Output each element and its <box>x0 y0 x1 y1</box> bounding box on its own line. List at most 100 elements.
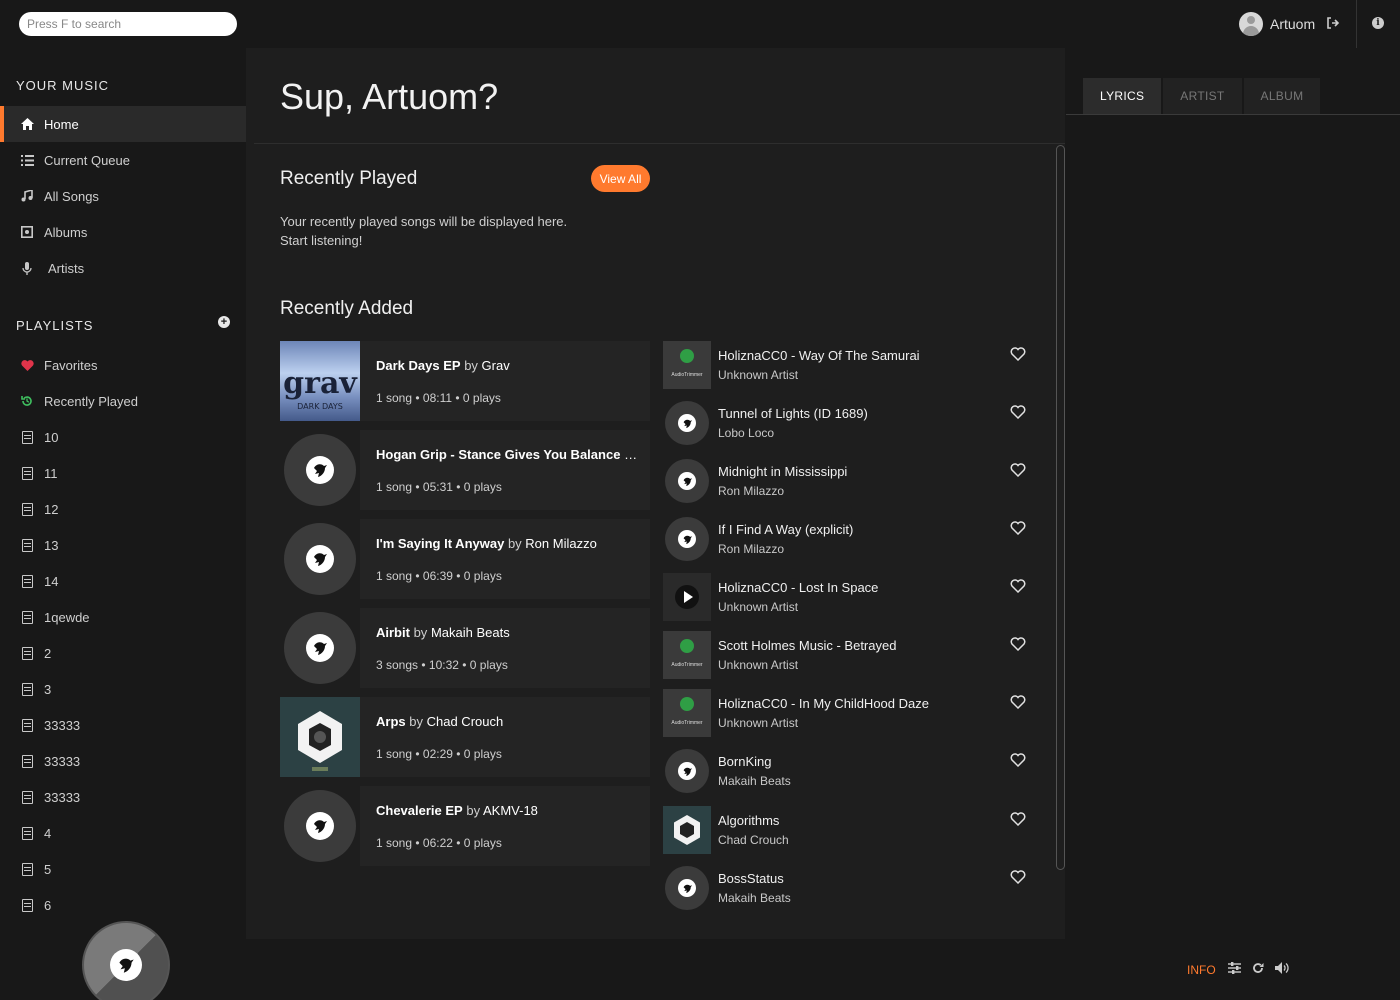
search-input[interactable] <box>19 12 237 36</box>
view-all-button[interactable]: View All <box>591 165 650 192</box>
album-artist[interactable]: Grav <box>482 358 510 373</box>
album-title[interactable]: Chevalerie EP by AKMV-18 <box>376 803 638 818</box>
volume-icon[interactable] <box>1275 962 1289 976</box>
info-icon[interactable]: i <box>1372 17 1384 29</box>
sidebar-item-playlist[interactable]: 3 <box>0 671 246 707</box>
repeat-icon[interactable] <box>1251 962 1265 976</box>
album-card[interactable]: grav DARK DAYS Dark Days EP by Grav 1 son… <box>280 341 650 421</box>
disc-placeholder-icon <box>284 434 356 506</box>
album-card[interactable]: Airbit by Makaih Beats 3 songs • 10:32 •… <box>280 608 650 688</box>
sidebar-item-current-queue[interactable]: Current Queue <box>0 142 246 178</box>
main-scrollbar[interactable] <box>1056 145 1065 870</box>
username[interactable]: Artuom <box>1270 16 1315 32</box>
song-row[interactable]: BossStatus Makaih Beats <box>663 864 1033 912</box>
play-icon[interactable] <box>663 573 711 621</box>
sidebar-item-playlist[interactable]: 2 <box>0 635 246 671</box>
heart-icon[interactable] <box>1010 637 1026 651</box>
album-title[interactable]: Airbit by Makaih Beats <box>376 625 638 640</box>
album-by: by <box>413 625 428 640</box>
album-card[interactable]: Arps by Chad Crouch 1 song • 02:29 • 0 p… <box>280 697 650 777</box>
album-name: Arps <box>376 714 406 729</box>
song-artist[interactable]: Unknown Artist <box>718 716 798 730</box>
song-artist[interactable]: Unknown Artist <box>718 658 798 672</box>
playlist-file-icon <box>20 502 34 516</box>
sidebar-item-playlist[interactable]: 12 <box>0 491 246 527</box>
info-toggle-button[interactable]: INFO <box>1187 963 1216 977</box>
sidebar-item-albums[interactable]: Albums <box>0 214 246 250</box>
song-row[interactable]: Midnight in Mississippi Ron Milazzo <box>663 457 1033 505</box>
song-title: Algorithms <box>718 813 780 828</box>
sidebar-item-playlist[interactable]: 4 <box>0 815 246 851</box>
album-artist[interactable]: Chad Crouch <box>427 714 504 729</box>
song-row[interactable]: HoliznaCC0 - Lost In Space Unknown Artis… <box>663 573 1033 621</box>
song-title: Midnight in Mississippi <box>718 464 848 479</box>
song-artist[interactable]: Makaih Beats <box>718 891 791 905</box>
song-row[interactable]: Algorithms Chad Crouch <box>663 806 1033 854</box>
song-artist[interactable]: Unknown Artist <box>718 368 798 382</box>
avatar[interactable] <box>1239 12 1263 36</box>
equalizer-icon[interactable] <box>1227 962 1241 976</box>
album-title[interactable]: Dark Days EP by Grav <box>376 358 638 373</box>
sidebar-item-label: 33333 <box>44 789 81 805</box>
song-row[interactable]: AudioTrimmer Scott Holmes Music - Betray… <box>663 631 1033 679</box>
divider <box>246 938 1065 939</box>
song-artist[interactable]: Ron Milazzo <box>718 484 784 498</box>
album-title[interactable]: Hogan Grip - Stance Gives You Balance by… <box>376 447 638 462</box>
sidebar-item-playlist[interactable]: 33333 <box>0 779 246 815</box>
album-artist[interactable]: Ron Milazzo <box>525 536 597 551</box>
sidebar-item-playlist[interactable]: 11 <box>0 455 246 491</box>
album-card[interactable]: Hogan Grip - Stance Gives You Balance by… <box>280 430 650 510</box>
user-menu[interactable]: Artuom <box>1239 12 1315 36</box>
add-playlist-icon[interactable]: + <box>218 316 230 328</box>
song-row[interactable]: AudioTrimmer HoliznaCC0 - In My ChildHoo… <box>663 689 1033 737</box>
sidebar-item-playlist[interactable]: 13 <box>0 527 246 563</box>
logout-icon[interactable] <box>1326 16 1340 30</box>
heart-icon[interactable] <box>1010 812 1026 826</box>
tab-lyrics[interactable]: LYRICS <box>1083 78 1162 114</box>
heart-icon[interactable] <box>1010 463 1026 477</box>
heart-icon[interactable] <box>1010 347 1026 361</box>
album-title[interactable]: I'm Saying It Anyway by Ron Milazzo <box>376 536 638 551</box>
sidebar-item-recently-played[interactable]: Recently Played <box>0 383 246 419</box>
sidebar-item-playlist[interactable]: 14 <box>0 563 246 599</box>
heart-icon[interactable] <box>1010 521 1026 535</box>
album-art: grav DARK DAYS <box>280 341 360 421</box>
song-art <box>663 806 711 854</box>
album-card[interactable]: Chevalerie EP by AKMV-18 1 song • 06:22 … <box>280 786 650 866</box>
heart-icon[interactable] <box>1010 870 1026 884</box>
sidebar-item-playlist[interactable]: 1qewde <box>0 599 246 635</box>
heart-icon[interactable] <box>1010 695 1026 709</box>
playlist-file-icon <box>20 790 34 804</box>
album-artist[interactable]: AKMV-18 <box>483 803 538 818</box>
sidebar-item-favorites[interactable]: Favorites <box>0 347 246 383</box>
song-artist[interactable]: Makaih Beats <box>718 774 791 788</box>
song-row[interactable]: If I Find A Way (explicit) Ron Milazzo <box>663 515 1033 563</box>
heart-icon[interactable] <box>1010 579 1026 593</box>
album-artist[interactable]: ... <box>637 447 638 462</box>
song-row[interactable]: BornKing Makaih Beats <box>663 747 1033 795</box>
album-artist[interactable]: Makaih Beats <box>431 625 510 640</box>
song-artist[interactable]: Chad Crouch <box>718 833 789 847</box>
album-card[interactable]: I'm Saying It Anyway by Ron Milazzo 1 so… <box>280 519 650 599</box>
heart-icon[interactable] <box>1010 405 1026 419</box>
sidebar-item-home[interactable]: Home <box>0 106 246 142</box>
song-artist[interactable]: Unknown Artist <box>718 600 798 614</box>
song-row[interactable]: Tunnel of Lights (ID 1689) Lobo Loco <box>663 399 1033 447</box>
sidebar-item-playlist[interactable]: 6 <box>0 887 246 923</box>
sidebar-item-label: 4 <box>44 825 52 841</box>
song-row[interactable]: AudioTrimmer HoliznaCC0 - Way Of The Sam… <box>663 341 1033 389</box>
sidebar-item-playlist[interactable]: 5 <box>0 851 246 887</box>
song-artist[interactable]: Lobo Loco <box>718 426 774 440</box>
tab-album[interactable]: ALBUM <box>1243 78 1321 114</box>
sidebar-item-all-songs[interactable]: All Songs <box>0 178 246 214</box>
song-artist[interactable]: Ron Milazzo <box>718 542 784 556</box>
album-title[interactable]: Arps by Chad Crouch <box>376 714 638 729</box>
history-icon <box>20 394 34 408</box>
heart-icon[interactable] <box>1010 753 1026 767</box>
now-playing-cover[interactable] <box>82 921 170 1000</box>
sidebar-item-artists[interactable]: Artists <box>0 250 246 286</box>
sidebar-item-playlist[interactable]: 33333 <box>0 707 246 743</box>
sidebar-item-playlist[interactable]: 10 <box>0 419 246 455</box>
sidebar-item-playlist[interactable]: 33333 <box>0 743 246 779</box>
tab-artist[interactable]: ARTIST <box>1163 78 1242 114</box>
